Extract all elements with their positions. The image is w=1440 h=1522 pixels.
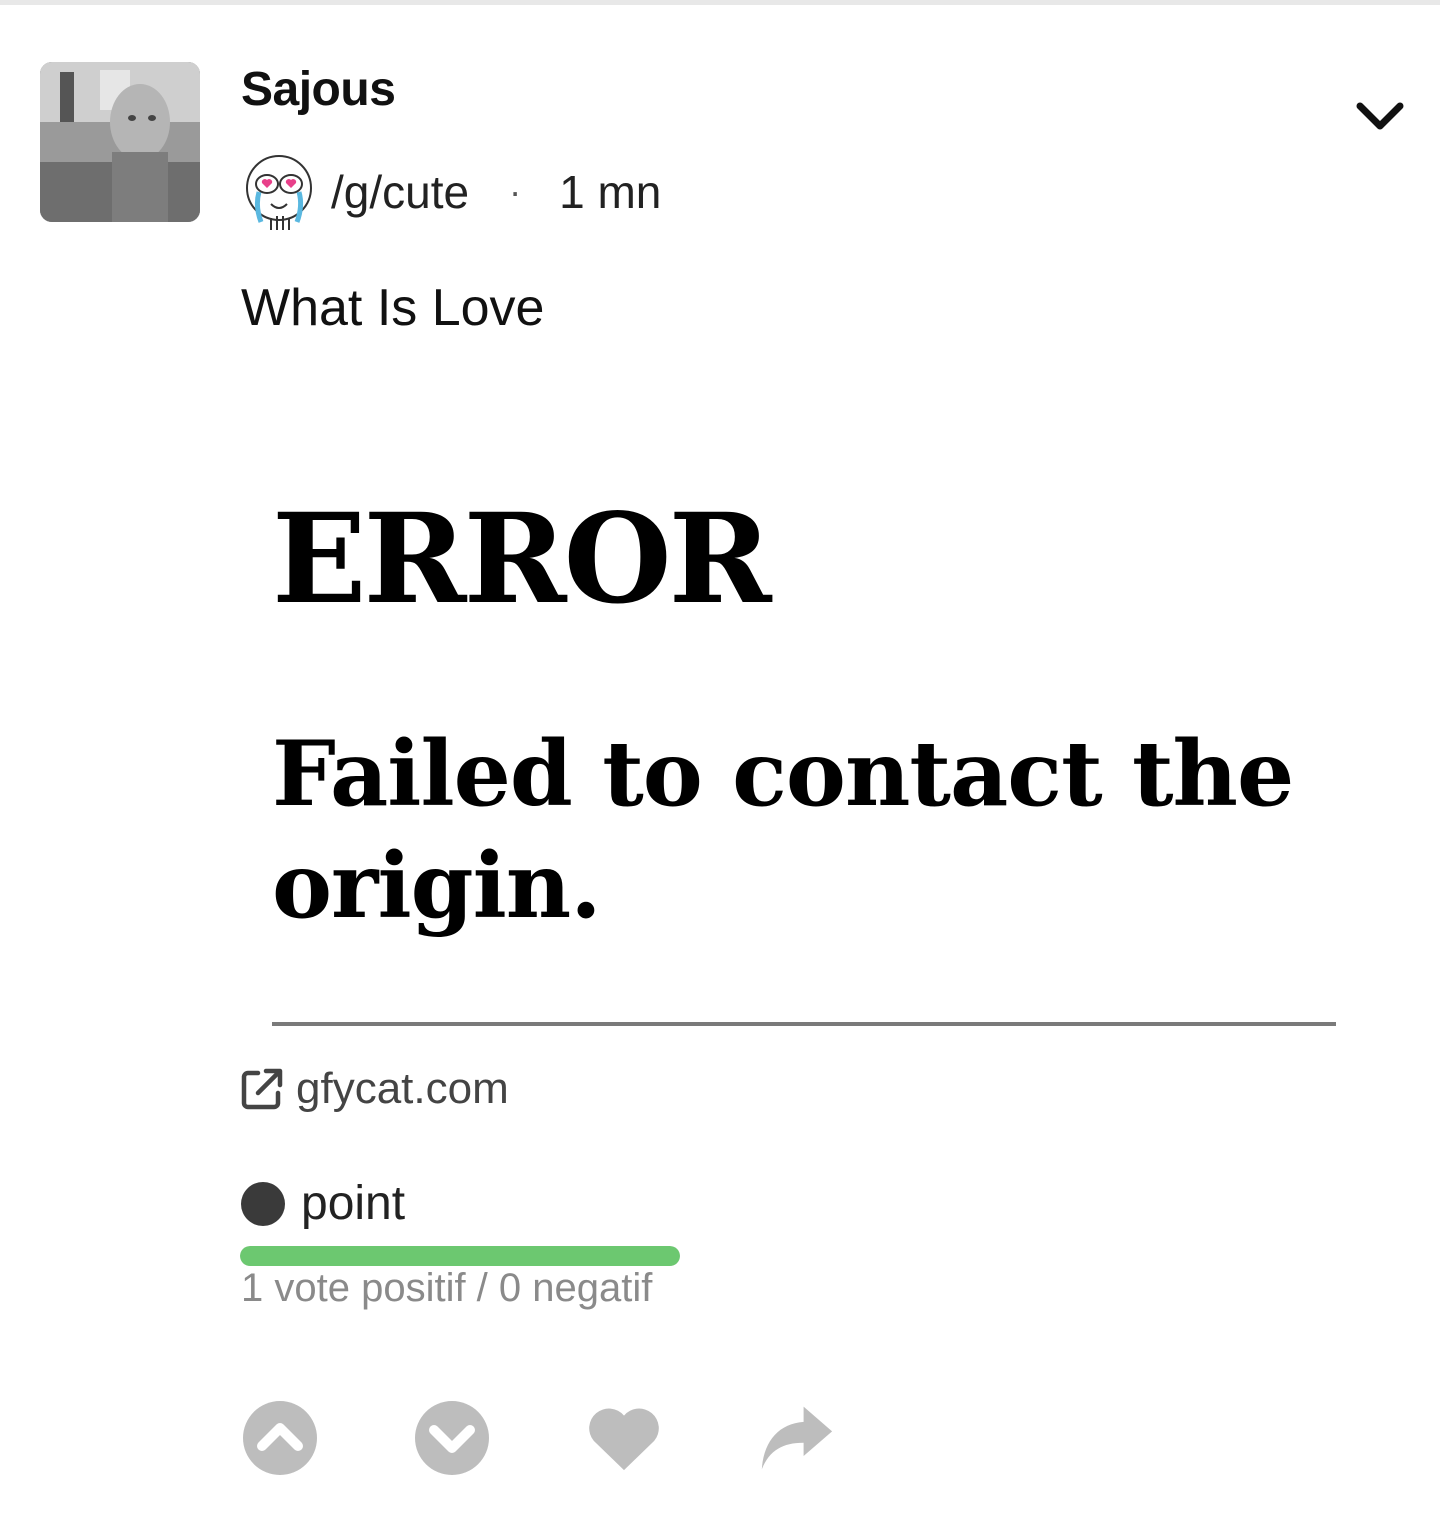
- post-meta: /g/cute · 1 mn: [241, 152, 661, 232]
- post-actions: [242, 1400, 834, 1476]
- upvote-icon: [243, 1401, 317, 1475]
- score-label: point: [301, 1177, 406, 1230]
- embed-error-heading: ERROR: [272, 487, 772, 632]
- favorite-button[interactable]: [586, 1400, 662, 1476]
- vote-ratio-fill: [240, 1246, 680, 1266]
- chevron-down-icon[interactable]: [1352, 96, 1408, 140]
- share-button[interactable]: [758, 1400, 834, 1476]
- vote-ratio-bar: [240, 1246, 680, 1266]
- post-title[interactable]: What Is Love: [241, 278, 544, 338]
- embed-preview[interactable]: ERROR Failed to contact the origin.: [272, 490, 1336, 942]
- author-name[interactable]: Sajous: [241, 62, 396, 117]
- embed-error-message: Failed to contact the origin.: [272, 721, 1294, 939]
- top-divider: [0, 0, 1440, 5]
- meta-separator: ·: [509, 171, 522, 212]
- source-domain[interactable]: gfycat.com: [296, 1064, 509, 1114]
- author-avatar[interactable]: [40, 62, 200, 222]
- share-icon: [761, 1406, 833, 1470]
- group-icon[interactable]: [241, 152, 317, 232]
- embed-divider: [272, 1022, 1336, 1026]
- post-age: 1 mn: [559, 166, 662, 218]
- downvote-icon: [415, 1401, 489, 1475]
- downvote-button[interactable]: [414, 1400, 490, 1476]
- score-indicator: [241, 1181, 285, 1226]
- vote-count-text: 1 vote positif / 0 negatif: [241, 1266, 653, 1310]
- group-link[interactable]: /g/cute: [331, 165, 469, 219]
- upvote-button[interactable]: [242, 1400, 318, 1476]
- avatar-image: [40, 62, 200, 222]
- heart-icon: [589, 1408, 659, 1471]
- score: point: [241, 1176, 405, 1231]
- external-link-icon: [241, 1068, 283, 1110]
- source-link[interactable]: gfycat.com: [240, 1064, 509, 1114]
